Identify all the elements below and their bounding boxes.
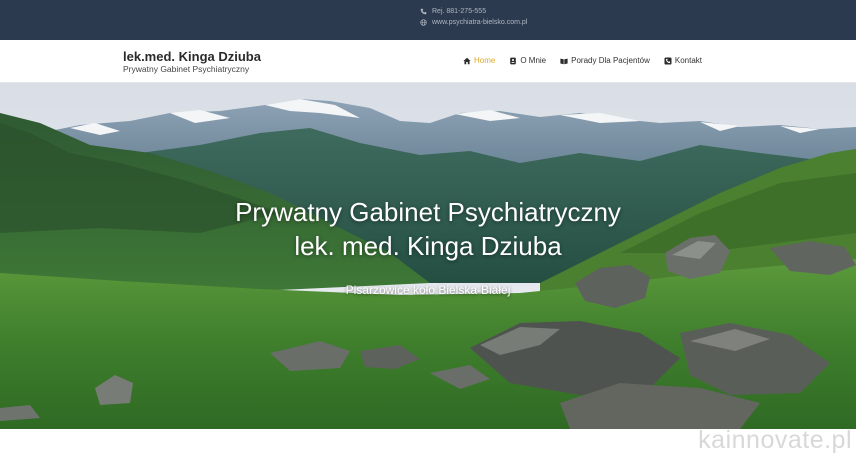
top-info-bar: Rej. 881-275-555 www.psychiatra-bielsko.… [0,0,856,40]
nav-label-home: Home [474,56,496,65]
phone-icon [420,8,427,15]
hero-title-line-1: Prywatny Gabinet Psychiatryczny [235,197,621,227]
site-header: lek.med. Kinga Dziuba Prywatny Gabinet P… [0,40,856,83]
nav-label-kontakt: Kontakt [674,56,702,65]
website-text: www.psychiatra-bielsko.com.pl [432,19,528,26]
hero-subtitle: Pisarzowice koło Bielska-Białej [345,283,511,297]
nav-label-o-mnie: O Mnie [520,56,547,65]
website-row[interactable]: www.psychiatra-bielsko.com.pl [420,17,527,28]
brand-logo[interactable]: lek.med. Kinga Dziuba Prywatny Gabinet P… [123,49,261,75]
brand-subtitle: Prywatny Gabinet Psychiatryczny [123,64,250,74]
main-nav: Home O Mnie Porady Dla Pacjentów Kontakt [463,56,702,65]
book-icon [560,58,568,64]
home-icon [463,57,471,64]
phone-text: Rej. 881-275-555 [432,8,487,15]
watermark-text: kainnovate.pl [698,426,852,454]
contact-card-icon [510,57,517,64]
globe-icon [420,19,427,26]
nav-item-o-mnie[interactable]: O Mnie [509,56,546,65]
nav-item-home[interactable]: Home [463,56,495,65]
brand-name: lek.med. Kinga Dziuba [123,49,261,64]
hero-banner: Prywatny Gabinet Psychiatryczny lek. med… [0,83,856,429]
contact-info: Rej. 881-275-555 www.psychiatra-bielsko.… [420,6,527,28]
phone-square-icon [664,56,672,65]
nav-item-kontakt[interactable]: Kontakt [664,56,702,65]
nav-item-porady[interactable]: Porady Dla Pacjentów [560,56,650,65]
hero-title-line-2: lek. med. Kinga Dziuba [294,231,562,261]
phone-row[interactable]: Rej. 881-275-555 [420,6,527,17]
nav-label-porady: Porady Dla Pacjentów [571,56,650,65]
